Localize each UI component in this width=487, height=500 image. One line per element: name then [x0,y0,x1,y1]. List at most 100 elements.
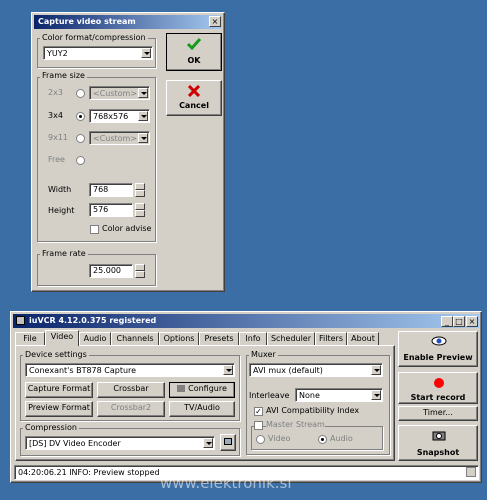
tab-filters[interactable]: Filters [315,332,347,346]
capture-format-label: Capture Format [27,384,91,393]
avi-compat-label: AVI Compatibility Index [266,406,360,415]
tab-strip: File Video Audio Channels Options Preset… [15,330,395,346]
tab-label: Options [163,334,195,343]
monitor-icon [224,438,232,445]
crossbar-button[interactable]: Crossbar [97,382,165,398]
tab-channels[interactable]: Channels [111,332,159,346]
configure-label: Configure [188,384,227,393]
frame-option-radio[interactable] [76,112,85,121]
video-radio[interactable] [256,435,265,444]
device-value: Conexant's BT878 Capture [29,366,137,375]
maximize-button[interactable]: □ [453,316,465,327]
compression-config-button[interactable] [220,434,236,451]
chevron-down-icon[interactable] [138,111,148,121]
chevron-down-icon[interactable] [138,88,148,98]
height-input[interactable]: 576 [89,203,133,217]
master-stream-checkbox[interactable] [254,421,263,430]
video-radio-label: Video [268,434,291,443]
start-record-button[interactable]: Start record [398,372,478,404]
width-value: 768 [93,185,109,194]
frame-rate-spinner[interactable] [135,264,145,278]
chevron-down-icon[interactable] [223,365,233,375]
crossbar2-button[interactable]: Crossbar2 [97,401,165,417]
tab-label: Video [50,332,74,341]
tab-file[interactable]: File [15,332,45,346]
frame-option-radio[interactable] [76,156,85,165]
color-format-select[interactable]: YUY2 [43,46,153,60]
chevron-down-icon[interactable] [138,133,148,143]
tab-label: Filters [319,334,343,343]
tab-options[interactable]: Options [159,332,199,346]
cancel-label: Cancel [179,101,209,110]
tab-about[interactable]: About [347,332,379,346]
tab-label: Info [245,334,261,343]
frame-option-label: 9x11 [48,133,69,142]
chevron-down-icon[interactable] [371,365,381,375]
close-button[interactable]: × [466,316,478,327]
frame-option-radio[interactable] [76,134,85,143]
tab-label: Channels [116,334,154,343]
app-icon [16,316,25,325]
tab-label: Scheduler [270,334,312,343]
capture-dialog: Capture video stream × Color format/comp… [31,12,225,292]
tab-presets[interactable]: Presets [199,332,239,346]
frame-option-select[interactable]: 768x576 [89,109,150,123]
cancel-x-icon [188,85,200,97]
record-icon [434,378,444,388]
minimize-button[interactable]: _ [441,316,453,327]
width-input[interactable]: 768 [89,183,133,197]
frame-option-value: 768x576 [93,112,129,121]
tab-audio[interactable]: Audio [79,332,111,346]
width-spinner[interactable] [135,183,145,197]
master-stream-label: Master Stream [266,420,325,430]
color-format-value: YUY2 [47,49,68,58]
muxer-value: AVI mux (default) [253,366,323,375]
height-spinner[interactable] [135,203,145,217]
audio-radio[interactable] [318,435,327,444]
tab-label: Audio [83,334,107,343]
interleave-value: None [299,391,320,400]
device-settings-label: Device settings [23,350,89,360]
ok-button[interactable]: OK [166,33,222,71]
ok-label: OK [187,56,201,65]
compression-select[interactable]: [DS] DV Video Encoder [25,436,215,450]
capture-format-button[interactable]: Capture Format [25,382,93,398]
muxer-select[interactable]: AVI mux (default) [249,363,383,377]
cancel-button[interactable]: Cancel [166,80,222,116]
dialog-close-button[interactable]: × [209,16,221,27]
color-advise-checkbox[interactable] [90,225,99,234]
height-value: 576 [93,205,109,214]
snapshot-label: Snapshot [416,448,460,457]
chevron-down-icon[interactable] [466,467,476,477]
tv-audio-button[interactable]: TV/Audio [169,401,235,417]
watermark: www.elektronik.si [160,474,292,492]
configure-button[interactable]: Configure [169,382,235,398]
crossbar-label: Crossbar [113,384,149,393]
tab-video[interactable]: Video [45,330,79,346]
tab-info[interactable]: Info [239,332,267,346]
interleave-label: Interleave [249,391,290,400]
preview-format-button[interactable]: Preview Format [25,401,93,417]
chevron-down-icon[interactable] [371,390,381,400]
interleave-select[interactable]: None [295,388,383,402]
camera-icon [432,431,446,441]
frame-option-select[interactable]: <Custom> [89,131,150,145]
timer-button[interactable]: Timer... [398,406,478,421]
start-record-label: Start record [410,393,466,402]
enable-preview-label: Enable Preview [403,353,473,362]
snapshot-button[interactable]: Snapshot [398,425,478,461]
enable-preview-button[interactable]: Enable Preview [398,331,478,367]
frame-rate-input[interactable]: 25.000 [89,264,133,278]
frame-option-radio[interactable] [76,89,85,98]
avi-compat-checkbox[interactable]: ✓ [254,407,263,416]
device-select[interactable]: Conexant's BT878 Capture [25,363,235,377]
chevron-down-icon[interactable] [203,438,213,448]
frame-option-label: Free [48,155,65,164]
audio-radio-label: Audio [330,434,353,443]
eye-icon [431,336,447,346]
tab-scheduler[interactable]: Scheduler [267,332,315,346]
main-window: iuVCR 4.12.0.375 registered _ □ × File V… [10,311,482,483]
chevron-down-icon[interactable] [141,48,151,58]
frame-option-value: <Custom> [93,134,138,143]
frame-option-select[interactable]: <Custom> [89,86,150,100]
